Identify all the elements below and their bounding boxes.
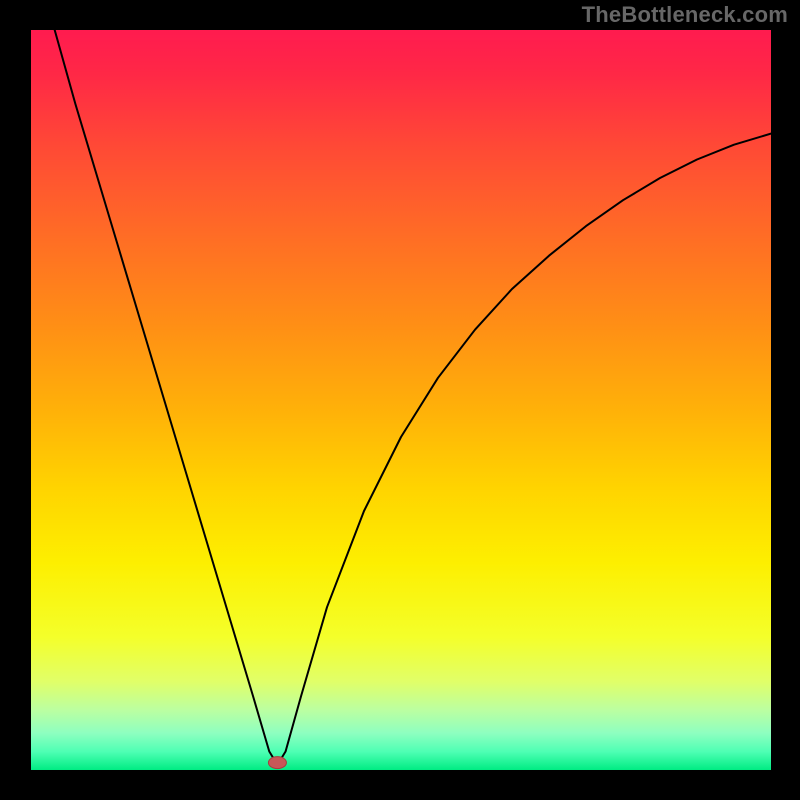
chart-frame: TheBottleneck.com (0, 0, 800, 800)
watermark-text: TheBottleneck.com (582, 2, 788, 28)
bottleneck-chart (0, 0, 800, 800)
plot-background (31, 30, 771, 770)
optimal-point-marker (268, 757, 286, 769)
